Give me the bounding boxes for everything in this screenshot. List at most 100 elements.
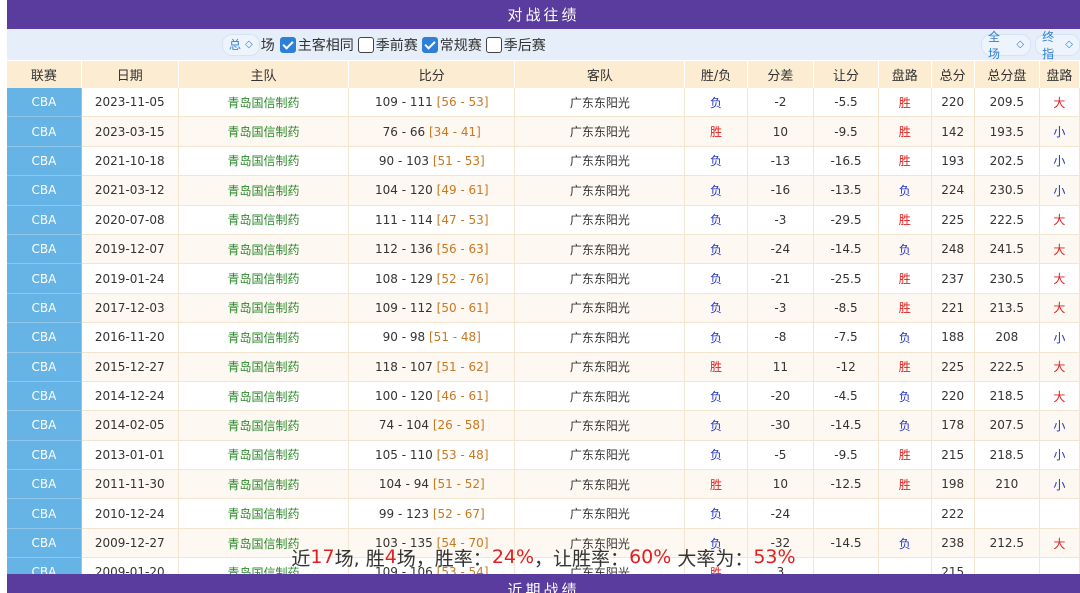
summary-ou-rate: 53% <box>753 546 796 568</box>
half-score: [56 - 63] <box>436 242 489 257</box>
home-team-cell[interactable]: 青岛国信制药 <box>178 175 350 206</box>
away-team-cell[interactable]: 广东东阳光 <box>514 469 686 500</box>
playoffs-checkbox[interactable] <box>485 36 502 53</box>
league-cell[interactable]: CBA <box>7 440 82 471</box>
section-title: 对战往绩 <box>507 6 580 24</box>
away-team-cell[interactable]: 广东东阳光 <box>514 440 686 471</box>
head-to-head-table: 联赛 日期 主队 比分 客队 胜/负 分差 让分 盘路 总分 总分盘 盘路 CB… <box>7 61 1080 588</box>
regular-season-checkbox[interactable] <box>421 36 438 53</box>
total-line-cell: 210 <box>974 469 1040 500</box>
away-team-cell[interactable]: 广东东阳光 <box>514 322 686 353</box>
same-venue-checkbox[interactable] <box>279 36 296 53</box>
league-cell[interactable]: CBA <box>7 352 82 382</box>
away-team-cell[interactable]: 广东东阳光 <box>514 293 686 324</box>
table-row: CBA 2013-01-01 青岛国信制药 105 - 110 [53 - 48] 广东… <box>7 440 1080 471</box>
half-score: [56 - 53] <box>436 95 489 110</box>
home-team-cell[interactable]: 青岛国信制药 <box>178 293 350 324</box>
home-team-cell[interactable]: 青岛国信制药 <box>178 440 350 471</box>
away-team-cell[interactable]: 广东东阳光 <box>514 263 686 294</box>
half-score: [51 - 53] <box>432 153 485 168</box>
league-cell[interactable]: CBA <box>7 410 82 441</box>
summary-win-rate: 24% <box>491 546 535 568</box>
home-team-cell[interactable]: 青岛国信制药 <box>178 352 350 382</box>
table-row: CBA 2020-07-08 青岛国信制药 111 - 114 [47 - 53] 广东… <box>7 205 1080 235</box>
hc-result-cell: 胜 <box>878 293 932 324</box>
table-row: CBA 2017-12-03 青岛国信制药 109 - 112 [50 - 61] 广东… <box>7 293 1080 324</box>
score-cell: 74 - 104 [26 - 58] <box>348 410 516 441</box>
total-line-cell: 202.5 <box>974 146 1040 177</box>
away-team-cell[interactable]: 广东东阳光 <box>514 410 686 441</box>
hc-result-cell: 胜 <box>878 88 932 118</box>
odds-select-value: 终指 <box>1042 29 1055 61</box>
home-team-cell[interactable]: 青岛国信制药 <box>178 146 350 177</box>
ou-cell: 大 <box>1039 88 1080 118</box>
home-team-cell[interactable]: 青岛国信制药 <box>178 205 350 235</box>
diff-cell: -3 <box>747 205 815 235</box>
preseason-checkbox[interactable] <box>357 36 374 53</box>
table-row: CBA 2014-02-05 青岛国信制药 74 - 104 [26 - 58] 广东东… <box>7 410 1080 441</box>
away-team-cell[interactable]: 广东东阳光 <box>514 116 686 147</box>
score-cell: 104 - 120 [49 - 61] <box>348 175 516 206</box>
home-team-cell[interactable]: 青岛国信制药 <box>178 88 350 118</box>
diff-cell: -20 <box>747 381 815 412</box>
away-team-cell[interactable]: 广东东阳光 <box>514 146 686 177</box>
league-cell[interactable]: CBA <box>7 175 82 206</box>
diff-cell: -16 <box>747 175 815 206</box>
away-team-cell[interactable]: 广东东阳光 <box>514 88 686 118</box>
home-team-cell[interactable]: 青岛国信制药 <box>178 116 350 147</box>
home-team-cell[interactable]: 青岛国信制药 <box>178 410 350 441</box>
total-cell: 225 <box>931 352 975 382</box>
handicap-cell: -4.5 <box>813 381 879 412</box>
league-cell[interactable]: CBA <box>7 322 82 353</box>
regular-season-label: 常规赛 <box>439 37 482 54</box>
period-select[interactable]: 全场 ◇ <box>981 30 1032 61</box>
full-score: 109 - 112 <box>375 300 433 315</box>
summary-hc-rate: 60% <box>629 546 672 568</box>
league-cell[interactable]: CBA <box>7 381 82 412</box>
score-cell: 90 - 103 [51 - 53] <box>348 146 516 177</box>
summary-games: 17 <box>310 546 335 568</box>
scope-select[interactable]: 总 ◇ <box>222 33 260 56</box>
league-cell[interactable]: CBA <box>7 205 82 235</box>
hc-result-cell: 负 <box>878 234 932 265</box>
score-cell: 90 - 98 [51 - 48] <box>348 322 516 353</box>
table-header-row: 联赛 日期 主队 比分 客队 胜/负 分差 让分 盘路 总分 总分盘 盘路 <box>7 61 1080 88</box>
home-team-cell[interactable]: 青岛国信制药 <box>178 381 350 412</box>
league-cell[interactable]: CBA <box>7 146 82 177</box>
score-cell: 111 - 114 [47 - 53] <box>348 205 516 235</box>
summary-prefix: 近 <box>291 547 311 570</box>
full-score: 100 - 120 <box>375 389 433 404</box>
odds-select[interactable]: 终指 ◇ <box>1035 30 1080 61</box>
handicap-cell: -12 <box>813 352 879 382</box>
table-body: CBA 2023-11-05 青岛国信制药 109 - 111 [56 - 53] 广东… <box>7 88 1080 588</box>
league-cell[interactable]: CBA <box>7 234 82 265</box>
league-cell[interactable]: CBA <box>7 263 82 294</box>
league-cell[interactable]: CBA <box>7 498 82 529</box>
result-cell: 负 <box>684 205 748 235</box>
league-cell[interactable]: CBA <box>7 469 82 500</box>
away-team-cell[interactable]: 广东东阳光 <box>514 352 686 382</box>
home-team-cell[interactable]: 青岛国信制药 <box>178 322 350 353</box>
league-cell[interactable]: CBA <box>7 116 82 147</box>
total-cell: 224 <box>931 175 975 206</box>
away-team-cell[interactable]: 广东东阳光 <box>514 234 686 265</box>
handicap-cell: -7.5 <box>813 322 879 353</box>
result-cell: 胜 <box>684 469 748 500</box>
league-cell[interactable]: CBA <box>7 88 82 118</box>
home-team-cell[interactable]: 青岛国信制药 <box>178 498 350 529</box>
total-line-cell: 218.5 <box>974 381 1040 412</box>
half-score: [47 - 53] <box>436 212 489 227</box>
result-cell: 胜 <box>684 116 748 147</box>
league-cell[interactable]: CBA <box>7 293 82 324</box>
away-team-cell[interactable]: 广东东阳光 <box>514 175 686 206</box>
home-team-cell[interactable]: 青岛国信制药 <box>178 469 350 500</box>
home-team-cell[interactable]: 青岛国信制药 <box>178 263 350 294</box>
home-team-cell[interactable]: 青岛国信制药 <box>178 234 350 265</box>
select-chevron-icon: ◇ <box>1065 39 1073 50</box>
diff-cell: -5 <box>747 440 815 471</box>
away-team-cell[interactable]: 广东东阳光 <box>514 381 686 412</box>
away-team-cell[interactable]: 广东东阳光 <box>514 498 686 529</box>
half-score: [26 - 58] <box>432 418 485 433</box>
away-team-cell[interactable]: 广东东阳光 <box>514 205 686 235</box>
diff-cell: 10 <box>747 116 815 147</box>
